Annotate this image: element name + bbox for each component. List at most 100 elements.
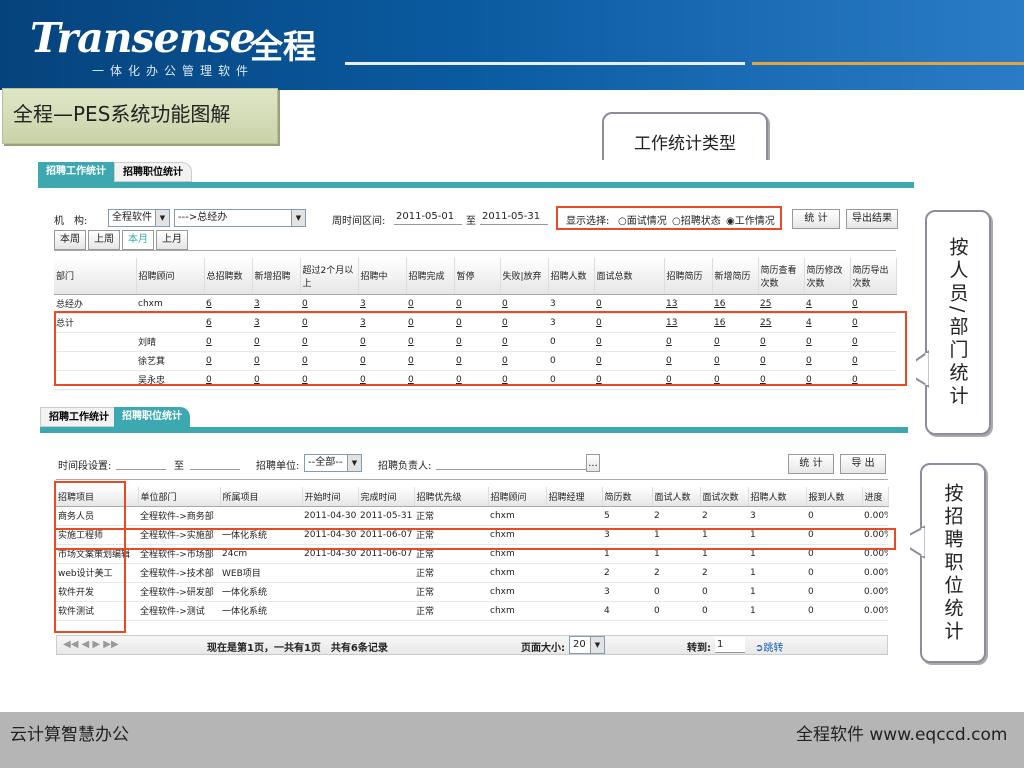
page-size-label: 页面大小: [521,643,565,654]
table-cell: 0.00% [862,582,888,602]
date-from-input[interactable]: 2011-05-01 [394,209,462,225]
column-header[interactable]: 单位部门 [138,487,221,507]
period-tab-last-week[interactable]: 上周 [88,230,120,250]
column-header[interactable]: 新增简历 [712,258,759,295]
column-header[interactable]: 招聘优先级 [414,487,489,507]
table-cell [546,582,602,602]
table-cell [546,506,602,526]
period-tab-this-month[interactable]: 本月 [122,230,154,250]
stat-button[interactable]: 统 计 [792,209,840,229]
panel-band [38,182,914,188]
column-header[interactable]: 所属项目 [220,487,303,507]
org-select[interactable]: 全程软件 ▼ [108,209,170,227]
table-cell: 0 [806,582,862,602]
column-header[interactable]: 面试人数 [652,487,701,507]
divider [56,479,888,480]
column-header[interactable]: 进度 [862,487,889,507]
column-header[interactable]: 开始时间 [302,487,359,507]
table-cell: 3 [748,506,806,526]
column-header[interactable]: 面试总数 [594,258,665,295]
table-cell: 全程软件->研发部 [138,582,220,602]
org-value: 全程软件 [112,212,152,223]
table-row[interactable]: 商务人员 全程软件->商务部 2011-04-30 2011-05-31 正常 chxm 5… [56,506,888,526]
time-from-input[interactable] [116,454,166,470]
table-cell: 0.00% [862,506,888,526]
table-cell: 正常 [414,582,488,602]
brand-slogan: 一体化办公管理软件 [92,64,255,78]
stat-button-2[interactable]: 统 计 [788,454,834,474]
column-header[interactable]: 新增招聘 [252,258,301,295]
column-header[interactable]: 总招聘数 [204,258,253,295]
column-header[interactable]: 面试次数 [700,487,749,507]
period-tab-this-week[interactable]: 本周 [54,230,86,250]
tab-work-stats-2[interactable]: 招聘工作统计 [40,407,118,427]
table-cell: 4 [602,601,652,621]
table-cell: 5 [602,506,652,526]
pager-bar: ◀◀ ◀ ▶ ▶▶ 现在是第1页，一共有1页 共有6条记录 页面大小: 20 ▼ … [56,635,888,655]
unit-select[interactable]: --全部-- ▼ [304,454,362,472]
table-cell [358,563,414,583]
column-header[interactable]: 招聘顾问 [136,258,205,295]
table-cell: 2 [700,563,748,583]
goto-input[interactable]: 1 [715,637,745,653]
table-row[interactable]: 软件测试全程软件->测试一体化系统正常chxm400100.00% [56,601,888,621]
column-header[interactable]: 简历修改次数 [804,258,851,295]
table-cell: 0 [652,601,700,621]
panel-work-stats: 招聘工作统计 招聘职位统计 机 构: 全程软件 ▼ --->总经办 ▼ 周时间区间:… [38,160,916,400]
pager-nav-icons[interactable]: ◀◀ ◀ ▶ ▶▶ [63,639,119,650]
jump-button[interactable]: ➲跳转 [755,639,783,654]
page-size-select[interactable]: 20 ▼ [569,636,605,654]
chevron-down-icon: ▼ [590,637,604,653]
table-row[interactable]: 软件开发全程软件->研发部一体化系统正常chxm300100.00% [56,582,888,602]
org-sub-select[interactable]: --->总经办 ▼ [174,209,306,227]
header-line [345,62,745,65]
column-header[interactable]: 部门 [54,258,137,295]
brand-logo: Transense [30,14,256,62]
column-header[interactable]: 招聘完成 [406,258,455,295]
column-header[interactable]: 暂停 [454,258,501,295]
table-cell: 0 [806,563,862,583]
export-button-2[interactable]: 导 出 [840,454,886,474]
column-header[interactable]: 简历数 [602,487,653,507]
table-cell: 3 [602,582,652,602]
time-to-input[interactable] [190,454,240,470]
table-cell [220,506,302,526]
column-header[interactable]: 失败|放弃 [500,258,549,295]
column-header[interactable]: 招聘顾问 [488,487,547,507]
period-tab-last-month[interactable]: 上月 [156,230,188,250]
table-cell: 1 [748,601,806,621]
table-cell: 1 [748,582,806,602]
table-cell: 0.00% [862,601,888,621]
tab-position-stats-2[interactable]: 招聘职位统计 [114,407,190,427]
table-cell: 2011-04-30 [302,506,358,526]
highlight-stats-rows [54,311,907,386]
footer-left: 云计算智慧办公 6 [10,720,129,745]
column-header[interactable]: 招聘人数 [748,487,807,507]
table-cell: 一体化系统 [220,601,302,621]
export-button[interactable]: 导出结果 [846,209,898,229]
column-header[interactable]: 报到人数 [806,487,863,507]
date-to-input[interactable]: 2011-05-31 [480,209,548,225]
table-cell: 0.00% [862,563,888,583]
table-cell: 0 [806,601,862,621]
table-cell: 正常 [414,563,488,583]
column-header[interactable]: 招聘简历 [664,258,713,295]
column-header[interactable]: 完成时间 [358,487,415,507]
table-header-row: 部门 招聘顾问 总招聘数 新增招聘 超过2个月以上 招聘中 招聘完成 暂停 失败|放弃 招聘人数面… [54,258,897,295]
column-header[interactable]: 简历查看次数 [758,258,805,295]
owner-label: 招聘负责人: [378,461,432,472]
column-header[interactable]: 招聘中 [358,258,407,295]
owner-input[interactable] [436,454,586,470]
owner-picker-button[interactable]: ... [586,454,600,472]
table-row[interactable]: web设计美工全程软件->技术部WEB项目正常chxm222100.00% [56,563,888,583]
column-header[interactable]: 招聘经理 [546,487,603,507]
header-line-accent [752,62,1024,65]
column-header[interactable]: 简历导出次数 [850,258,897,295]
goto-value: 1 [717,639,724,650]
period-label: 周时间区间: [332,216,386,227]
org-label: 机 构: [54,216,88,227]
tab-work-stats[interactable]: 招聘工作统计 [38,162,114,182]
tab-position-stats[interactable]: 招聘职位统计 [114,162,192,182]
column-header[interactable]: 超过2个月以上 [300,258,359,295]
column-header[interactable]: 招聘人数 [548,258,595,295]
